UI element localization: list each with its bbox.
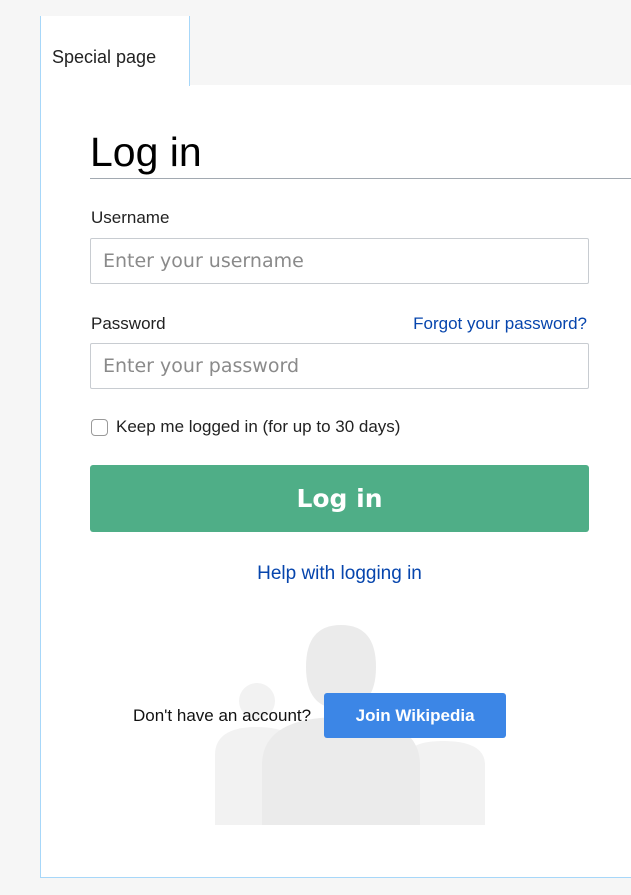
tab-special-page[interactable]: Special page	[40, 16, 190, 86]
remember-me-row: Keep me logged in (for up to 30 days)	[91, 416, 400, 438]
username-label: Username	[91, 208, 170, 227]
help-logging-in-link[interactable]: Help with logging in	[90, 563, 589, 585]
title-divider	[90, 178, 631, 179]
login-panel: Log in Username Password Forgot your pas…	[40, 85, 631, 878]
remember-me-checkbox[interactable]	[91, 418, 108, 436]
password-label: Password	[91, 314, 166, 333]
login-button-label: Log in	[296, 484, 383, 513]
signup-row: Don't have an account? Join Wikipedia	[133, 693, 507, 738]
join-wikipedia-button[interactable]: Join Wikipedia	[324, 693, 507, 738]
signup-prompt: Don't have an account?	[133, 705, 312, 725]
login-button[interactable]: Log in	[90, 465, 589, 532]
username-input[interactable]	[90, 238, 589, 284]
page-title: Log in	[90, 129, 202, 175]
tab-special-page-label: Special page	[52, 47, 157, 67]
remember-me-label[interactable]: Keep me logged in (for up to 30 days)	[116, 417, 400, 437]
forgot-password-link[interactable]: Forgot your password?	[413, 314, 587, 334]
join-wikipedia-label: Join Wikipedia	[355, 705, 475, 725]
password-input[interactable]	[90, 343, 589, 389]
